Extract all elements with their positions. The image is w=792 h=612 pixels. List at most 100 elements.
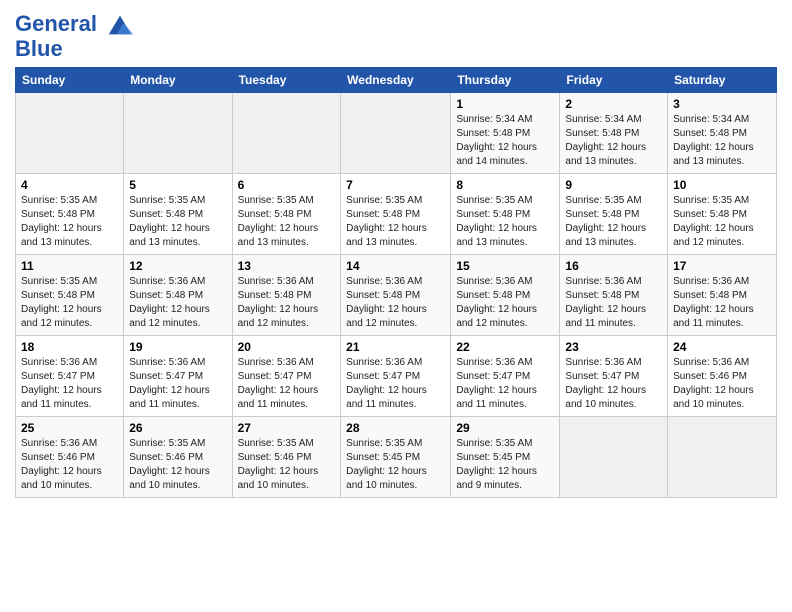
calendar-cell: [341, 93, 451, 174]
day-number: 17: [673, 259, 771, 273]
calendar-week-4: 18 Sunrise: 5:36 AM Sunset: 5:47 PM Dayli…: [16, 336, 777, 417]
weekday-header-tuesday: Tuesday: [232, 68, 341, 93]
calendar-cell: 14 Sunrise: 5:36 AM Sunset: 5:48 PM Dayli…: [341, 255, 451, 336]
day-info: Sunrise: 5:35 AM Sunset: 5:48 PM Dayligh…: [565, 194, 662, 250]
day-info: Sunrise: 5:35 AM Sunset: 5:48 PM Dayligh…: [346, 194, 445, 250]
day-info: Sunrise: 5:35 AM Sunset: 5:48 PM Dayligh…: [21, 275, 118, 331]
day-number: 19: [129, 340, 226, 354]
calendar-cell: 12 Sunrise: 5:36 AM Sunset: 5:48 PM Dayli…: [124, 255, 232, 336]
calendar-cell: 8 Sunrise: 5:35 AM Sunset: 5:48 PM Daylig…: [451, 174, 560, 255]
calendar-cell: 21 Sunrise: 5:36 AM Sunset: 5:47 PM Dayli…: [341, 336, 451, 417]
calendar-table: SundayMondayTuesdayWednesdayThursdayFrid…: [15, 67, 777, 498]
calendar-cell: 18 Sunrise: 5:36 AM Sunset: 5:47 PM Dayli…: [16, 336, 124, 417]
day-number: 5: [129, 178, 226, 192]
day-number: 4: [21, 178, 118, 192]
day-info: Sunrise: 5:34 AM Sunset: 5:48 PM Dayligh…: [565, 113, 662, 169]
page-header: General Blue: [15, 10, 777, 62]
day-info: Sunrise: 5:36 AM Sunset: 5:48 PM Dayligh…: [129, 275, 226, 331]
calendar-cell: 13Sunrise: 5:36 AM Sunset: 5:48 PM Dayli…: [232, 255, 341, 336]
calendar-cell: 9 Sunrise: 5:35 AM Sunset: 5:48 PM Daylig…: [560, 174, 668, 255]
weekday-header-wednesday: Wednesday: [341, 68, 451, 93]
day-number: 12: [129, 259, 226, 273]
day-info: Sunrise: 5:35 AM Sunset: 5:46 PM Dayligh…: [129, 437, 226, 493]
day-number: 15: [456, 259, 554, 273]
calendar-cell: 24 Sunrise: 5:36 AM Sunset: 5:46 PM Dayli…: [668, 336, 777, 417]
calendar-cell: 5 Sunrise: 5:35 AM Sunset: 5:48 PM Daylig…: [124, 174, 232, 255]
calendar-cell: 19 Sunrise: 5:36 AM Sunset: 5:47 PM Dayli…: [124, 336, 232, 417]
day-number: 23: [565, 340, 662, 354]
day-info: Sunrise: 5:35 AM Sunset: 5:45 PM Dayligh…: [456, 437, 554, 493]
calendar-cell: 7 Sunrise: 5:35 AM Sunset: 5:48 PM Daylig…: [341, 174, 451, 255]
day-number: 9: [565, 178, 662, 192]
weekday-header-thursday: Thursday: [451, 68, 560, 93]
day-info: Sunrise: 5:35 AM Sunset: 5:48 PM Dayligh…: [238, 194, 336, 250]
day-number: 22: [456, 340, 554, 354]
day-number: 7: [346, 178, 445, 192]
day-number: 3: [673, 97, 771, 111]
day-info: Sunrise: 5:36 AM Sunset: 5:47 PM Dayligh…: [456, 356, 554, 412]
day-number: 16: [565, 259, 662, 273]
calendar-cell: 29 Sunrise: 5:35 AM Sunset: 5:45 PM Dayli…: [451, 417, 560, 498]
day-info: Sunrise: 5:36 AM Sunset: 5:47 PM Dayligh…: [346, 356, 445, 412]
day-info: Sunrise: 5:36 AM Sunset: 5:47 PM Dayligh…: [565, 356, 662, 412]
day-info: Sunrise: 5:35 AM Sunset: 5:45 PM Dayligh…: [346, 437, 445, 493]
calendar-cell: 15 Sunrise: 5:36 AM Sunset: 5:48 PM Dayli…: [451, 255, 560, 336]
day-number: 24: [673, 340, 771, 354]
calendar-week-1: 1 Sunrise: 5:34 AM Sunset: 5:48 PM Daylig…: [16, 93, 777, 174]
weekday-header-sunday: Sunday: [16, 68, 124, 93]
day-number: 2: [565, 97, 662, 111]
day-info: Sunrise: 5:36 AM Sunset: 5:48 PM Dayligh…: [673, 275, 771, 331]
calendar-cell: 6Sunrise: 5:35 AM Sunset: 5:48 PM Daylig…: [232, 174, 341, 255]
day-info: Sunrise: 5:36 AM Sunset: 5:47 PM Dayligh…: [238, 356, 336, 412]
day-number: 13: [238, 259, 336, 273]
calendar-cell: 10 Sunrise: 5:35 AM Sunset: 5:48 PM Dayli…: [668, 174, 777, 255]
day-info: Sunrise: 5:36 AM Sunset: 5:47 PM Dayligh…: [129, 356, 226, 412]
calendar-cell: [16, 93, 124, 174]
calendar-cell: 23 Sunrise: 5:36 AM Sunset: 5:47 PM Dayli…: [560, 336, 668, 417]
calendar-cell: 28 Sunrise: 5:35 AM Sunset: 5:45 PM Dayli…: [341, 417, 451, 498]
day-number: 29: [456, 421, 554, 435]
day-number: 1: [456, 97, 554, 111]
calendar-header: SundayMondayTuesdayWednesdayThursdayFrid…: [16, 68, 777, 93]
day-info: Sunrise: 5:36 AM Sunset: 5:48 PM Dayligh…: [456, 275, 554, 331]
calendar-cell: 22 Sunrise: 5:36 AM Sunset: 5:47 PM Dayli…: [451, 336, 560, 417]
day-number: 10: [673, 178, 771, 192]
calendar-cell: 20 Sunrise: 5:36 AM Sunset: 5:47 PM Dayli…: [232, 336, 341, 417]
calendar-week-3: 11 Sunrise: 5:35 AM Sunset: 5:48 PM Dayli…: [16, 255, 777, 336]
day-info: Sunrise: 5:36 AM Sunset: 5:47 PM Dayligh…: [21, 356, 118, 412]
weekday-header-friday: Friday: [560, 68, 668, 93]
day-info: Sunrise: 5:36 AM Sunset: 5:48 PM Dayligh…: [346, 275, 445, 331]
calendar-cell: 4 Sunrise: 5:35 AM Sunset: 5:48 PM Daylig…: [16, 174, 124, 255]
day-info: Sunrise: 5:34 AM Sunset: 5:48 PM Dayligh…: [673, 113, 771, 169]
day-number: 20: [238, 340, 336, 354]
day-number: 18: [21, 340, 118, 354]
day-number: 21: [346, 340, 445, 354]
day-number: 26: [129, 421, 226, 435]
day-info: Sunrise: 5:35 AM Sunset: 5:46 PM Dayligh…: [238, 437, 336, 493]
day-number: 14: [346, 259, 445, 273]
day-info: Sunrise: 5:36 AM Sunset: 5:46 PM Dayligh…: [673, 356, 771, 412]
calendar-cell: 2 Sunrise: 5:34 AM Sunset: 5:48 PM Daylig…: [560, 93, 668, 174]
day-info: Sunrise: 5:36 AM Sunset: 5:48 PM Dayligh…: [565, 275, 662, 331]
calendar-cell: 26 Sunrise: 5:35 AM Sunset: 5:46 PM Dayli…: [124, 417, 232, 498]
calendar-week-5: 25Sunrise: 5:36 AM Sunset: 5:46 PM Dayli…: [16, 417, 777, 498]
calendar-cell: 1Sunrise: 5:34 AM Sunset: 5:48 PM Daylig…: [451, 93, 560, 174]
day-number: 25: [21, 421, 118, 435]
day-info: Sunrise: 5:35 AM Sunset: 5:48 PM Dayligh…: [21, 194, 118, 250]
day-number: 8: [456, 178, 554, 192]
day-info: Sunrise: 5:35 AM Sunset: 5:48 PM Dayligh…: [129, 194, 226, 250]
day-number: 28: [346, 421, 445, 435]
calendar-cell: 16 Sunrise: 5:36 AM Sunset: 5:48 PM Dayli…: [560, 255, 668, 336]
calendar-cell: [668, 417, 777, 498]
calendar-cell: 17 Sunrise: 5:36 AM Sunset: 5:48 PM Dayli…: [668, 255, 777, 336]
calendar-cell: 25Sunrise: 5:36 AM Sunset: 5:46 PM Dayli…: [16, 417, 124, 498]
calendar-cell: 3 Sunrise: 5:34 AM Sunset: 5:48 PM Daylig…: [668, 93, 777, 174]
calendar-week-2: 4 Sunrise: 5:35 AM Sunset: 5:48 PM Daylig…: [16, 174, 777, 255]
calendar-cell: [124, 93, 232, 174]
weekday-header-saturday: Saturday: [668, 68, 777, 93]
day-number: 11: [21, 259, 118, 273]
day-info: Sunrise: 5:35 AM Sunset: 5:48 PM Dayligh…: [456, 194, 554, 250]
calendar-cell: 27Sunrise: 5:35 AM Sunset: 5:46 PM Dayli…: [232, 417, 341, 498]
calendar-cell: 11 Sunrise: 5:35 AM Sunset: 5:48 PM Dayli…: [16, 255, 124, 336]
day-info: Sunrise: 5:35 AM Sunset: 5:48 PM Dayligh…: [673, 194, 771, 250]
